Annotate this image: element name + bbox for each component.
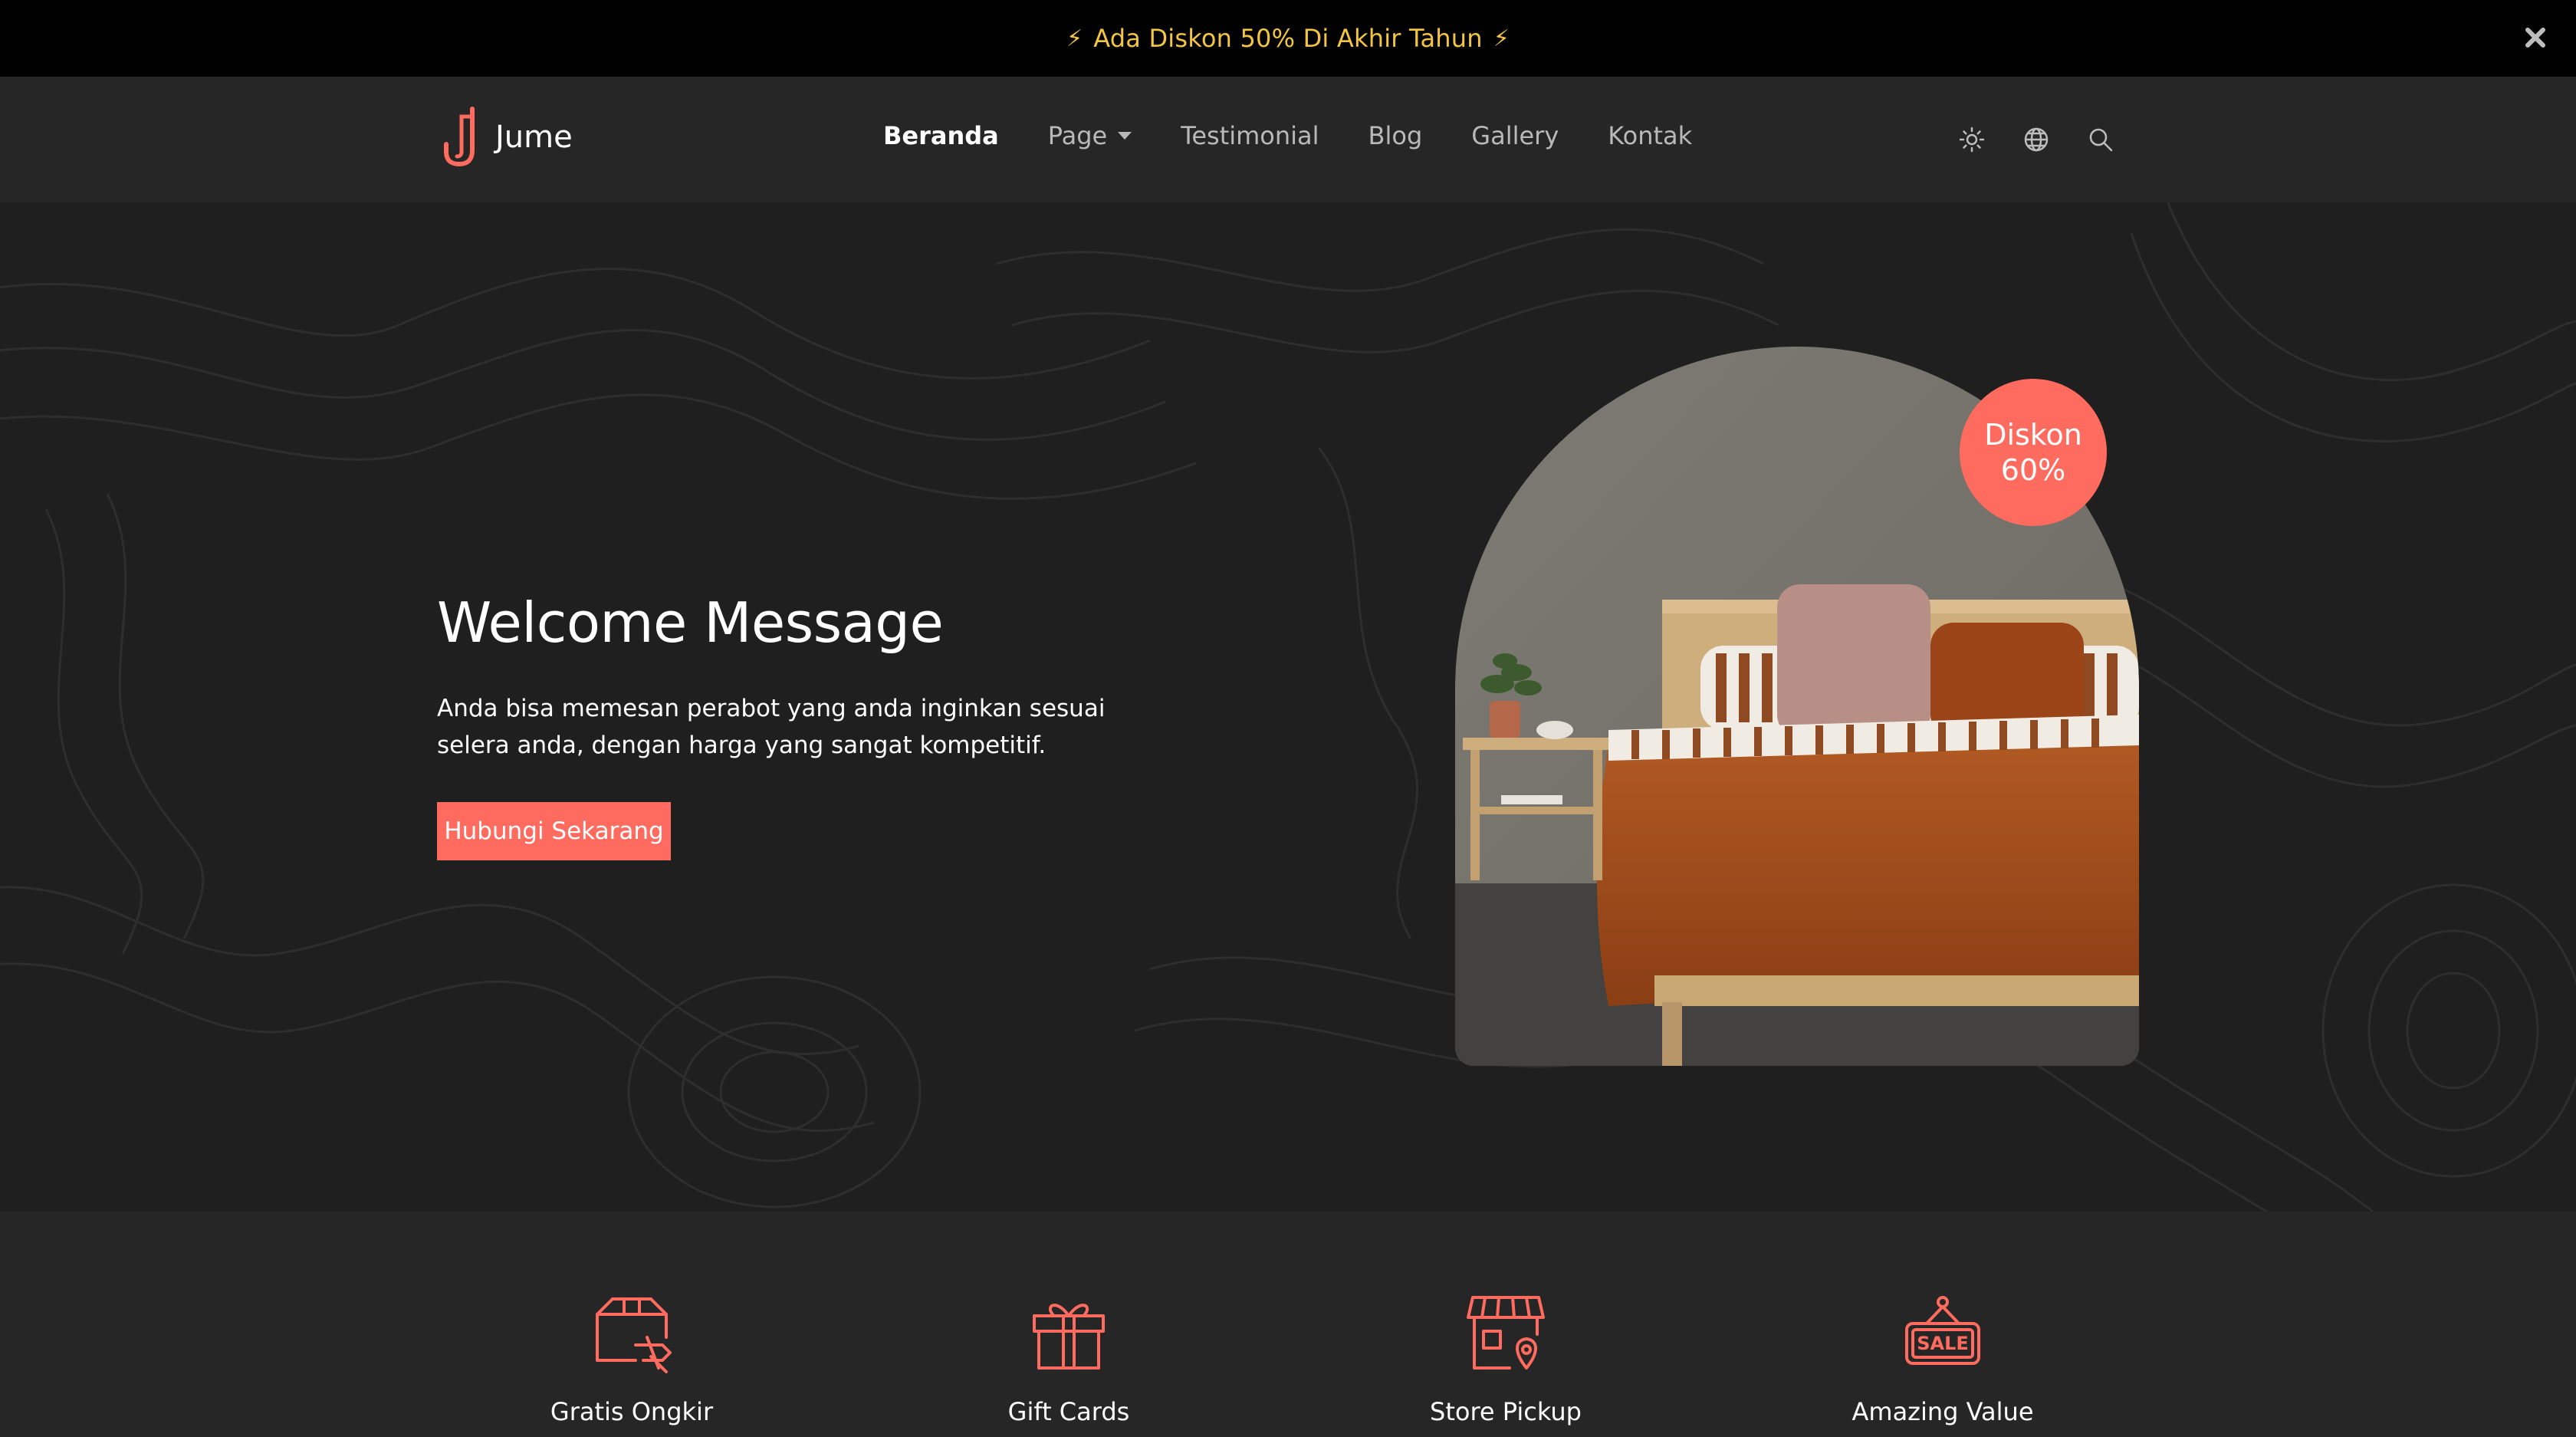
logo-text: Jume [495,120,573,155]
feature-label: Amazing Value [1852,1397,2034,1426]
lightning-icon: ⚡ [1493,25,1510,52]
nav-label: Beranda [883,121,999,150]
logo-icon [444,107,475,167]
nav-item-page[interactable]: Page [1048,121,1132,150]
globe-icon [2024,127,2049,152]
feature-label: Gratis Ongkir [550,1397,714,1426]
nav-label: Blog [1368,121,1423,150]
feature-label: Gift Cards [1007,1397,1130,1426]
nav-item-kontak[interactable]: Kontak [1608,121,1692,150]
store-pickup-icon [1467,1296,1545,1370]
nav-item-beranda[interactable]: Beranda [883,121,999,150]
logo[interactable]: Jume [439,106,573,169]
lightning-icon: ⚡ [1066,25,1083,52]
close-icon [2525,28,2545,48]
discount-badge-text: Diskon 60% [1984,418,2082,487]
search-icon [2089,128,2113,152]
announcement-text: Ada Diskon 50% Di Akhir Tahun [1093,24,1483,53]
sun-icon [1959,127,1985,153]
close-announcement-button[interactable] [2515,17,2556,58]
feature-store-pickup: Store Pickup [1352,1291,1659,1426]
features-section: Gratis Ongkir Gift Cards Store Pickup SA… [0,1212,2576,1437]
gift-icon [1033,1304,1105,1370]
contact-now-button[interactable]: Hubungi Sekarang [437,802,671,860]
nav-item-gallery[interactable]: Gallery [1471,121,1559,150]
hero-section: Welcome Message Anda bisa memesan perabo… [0,202,2576,1212]
feature-amazing-value: SALE Amazing Value [1789,1291,2096,1426]
delivery-box-icon [596,1297,672,1373]
language-button[interactable] [2019,123,2053,156]
discount-badge: Diskon 60% [1960,379,2107,526]
announcement-message: ⚡ Ada Diskon 50% Di Akhir Tahun ⚡ [1066,24,1510,53]
topographic-background [0,202,2576,1212]
hero-title: Welcome Message [437,590,944,655]
feature-gift-cards: Gift Cards [915,1291,1222,1426]
nav-label: Page [1047,121,1108,150]
feature-label: Store Pickup [1430,1397,1582,1426]
site-header: Jume Beranda Page Testimonial Blog Galle… [0,77,2576,202]
main-nav: Beranda Page Testimonial Blog Gallery Ko… [883,121,1692,150]
feature-free-shipping: Gratis Ongkir [478,1291,785,1426]
nav-item-blog[interactable]: Blog [1368,121,1423,150]
nav-label: Kontak [1608,121,1693,150]
hero-description: Anda bisa memesan perabot yang anda ingi… [437,695,1106,759]
svg-text:SALE: SALE [1917,1333,1969,1354]
theme-toggle-button[interactable] [1955,123,1989,156]
nav-item-testimonial[interactable]: Testimonial [1181,121,1319,150]
chevron-down-icon [1118,132,1132,140]
nav-label: Gallery [1471,121,1559,150]
sale-tag-icon: SALE [1905,1296,1980,1365]
search-button[interactable] [2084,123,2118,156]
nav-label: Testimonial [1181,121,1319,150]
announcement-bar: ⚡ Ada Diskon 50% Di Akhir Tahun ⚡ [0,0,2576,77]
